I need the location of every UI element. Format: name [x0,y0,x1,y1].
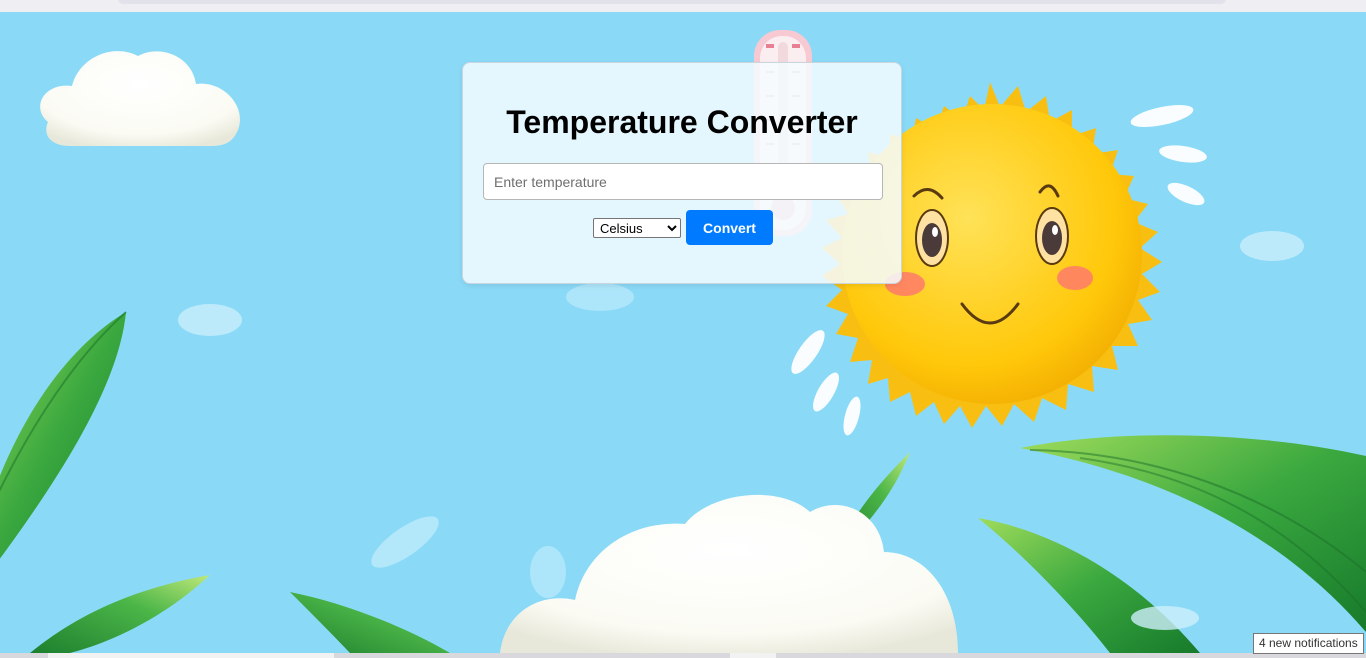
convert-button[interactable]: Convert [686,210,773,245]
scrollbar-segment [730,653,776,658]
temperature-input[interactable] [483,163,883,200]
converter-card: Temperature Converter Celsius Convert [462,62,902,284]
scrollbar-segment [48,653,334,658]
browser-top-strip [0,0,1366,12]
notifications-tooltip: 4 new notifications [1253,633,1364,654]
horizontal-scrollbar[interactable] [0,653,1366,658]
address-bar-edge [118,0,1226,4]
unit-select[interactable]: Celsius [593,218,681,238]
page-title: Temperature Converter [506,104,858,140]
page: Temperature Converter Celsius Convert 4 … [0,0,1366,658]
